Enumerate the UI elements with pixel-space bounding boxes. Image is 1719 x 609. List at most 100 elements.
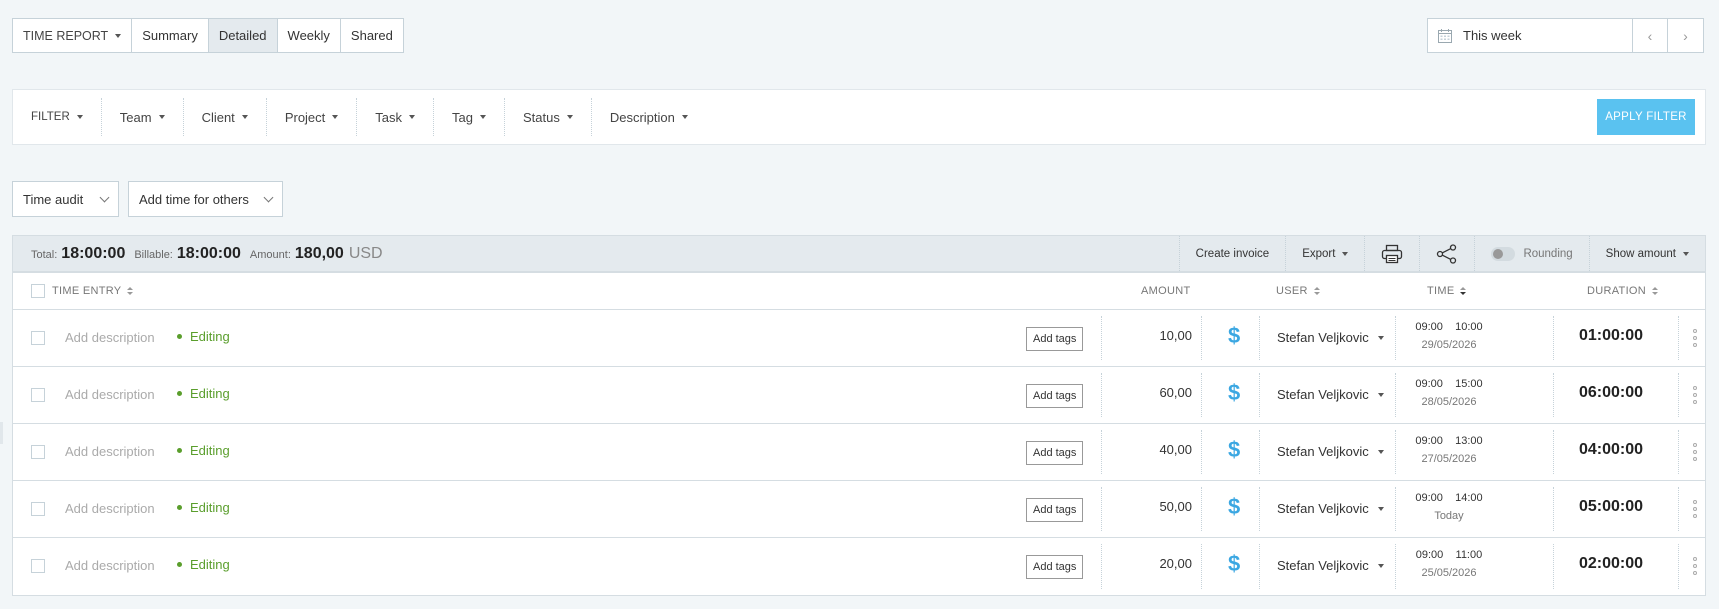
col-user[interactable]: USER: [1276, 285, 1320, 297]
divider: [1201, 544, 1202, 589]
row-checkbox[interactable]: [31, 331, 45, 345]
project-label[interactable]: Editing: [177, 557, 230, 572]
billable-dollar-icon[interactable]: $: [1228, 494, 1240, 520]
filter-tag[interactable]: Tag: [434, 98, 505, 136]
time-start-end: 09:00 14:00: [1415, 492, 1483, 504]
duration-value[interactable]: 06:00:00: [1579, 384, 1643, 402]
time-range[interactable]: 09:00 14:00 Today: [1409, 492, 1489, 522]
create-invoice-button[interactable]: Create invoice: [1178, 236, 1286, 271]
filter-project[interactable]: Project: [267, 98, 358, 136]
filter-status[interactable]: Status: [505, 98, 592, 136]
table-row: Add description Editing Add tags 20,00 $…: [13, 538, 1705, 595]
amount-value: 60,00: [1159, 385, 1192, 400]
date-range-picker: This week ‹ ›: [1427, 18, 1704, 53]
row-checkbox[interactable]: [31, 445, 45, 459]
print-button[interactable]: [1364, 236, 1419, 271]
billable-dollar-icon[interactable]: $: [1228, 323, 1240, 349]
more-actions-icon[interactable]: [1693, 557, 1697, 575]
add-tags-button[interactable]: Add tags: [1026, 384, 1084, 408]
date-range-field[interactable]: This week: [1428, 19, 1633, 52]
billable-dollar-icon[interactable]: $: [1228, 437, 1240, 463]
show-amount-dropdown[interactable]: Show amount: [1588, 236, 1705, 271]
time-report-dropdown[interactable]: TIME REPORT: [13, 19, 133, 52]
sort-icon: [127, 287, 134, 295]
description-field[interactable]: Add description: [65, 444, 155, 459]
export-dropdown[interactable]: Export: [1285, 236, 1364, 271]
user-dropdown[interactable]: Stefan Veljkovic: [1277, 444, 1384, 459]
row-checkbox[interactable]: [31, 388, 45, 402]
rounding-toggle[interactable]: Rounding: [1474, 236, 1588, 271]
time-range[interactable]: 09:00 11:00 25/05/2026: [1409, 549, 1489, 579]
col-duration[interactable]: DURATION: [1587, 285, 1659, 297]
side-panel-handle[interactable]: [0, 422, 3, 444]
filter-task[interactable]: Task: [357, 98, 435, 136]
table-row: Add description Editing Add tags 50,00 $…: [13, 481, 1705, 538]
amount-value: 180,00: [294, 244, 344, 262]
apply-filter-button[interactable]: APPLY FILTER: [1597, 99, 1695, 135]
chevron-left-icon: ‹: [1647, 27, 1653, 44]
user-dropdown[interactable]: Stefan Veljkovic: [1277, 501, 1384, 516]
more-actions-icon[interactable]: [1693, 386, 1697, 404]
prev-week-button[interactable]: ‹: [1633, 19, 1668, 52]
tab-detailed-label: Detailed: [218, 28, 267, 43]
next-week-button[interactable]: ›: [1668, 19, 1703, 52]
description-field[interactable]: Add description: [65, 330, 155, 345]
col-time-entry[interactable]: TIME ENTRY: [52, 285, 134, 297]
time-start-end: 09:00 11:00: [1415, 549, 1483, 561]
time-range[interactable]: 09:00 10:00 29/05/2026: [1409, 321, 1489, 351]
add-tags-button[interactable]: Add tags: [1026, 555, 1084, 579]
tab-detailed[interactable]: Detailed: [208, 19, 278, 52]
share-button[interactable]: [1419, 236, 1474, 271]
project-name: Editing: [190, 443, 230, 458]
billable-dollar-icon[interactable]: $: [1228, 551, 1240, 577]
add-tags-button[interactable]: Add tags: [1026, 441, 1084, 465]
description-field[interactable]: Add description: [65, 558, 155, 573]
duration-value[interactable]: 05:00:00: [1579, 498, 1643, 516]
project-label[interactable]: Editing: [177, 329, 230, 344]
duration-value[interactable]: 01:00:00: [1579, 327, 1643, 345]
time-start-end: 09:00 10:00: [1415, 321, 1483, 333]
time-range[interactable]: 09:00 13:00 27/05/2026: [1409, 435, 1489, 465]
time-start-end: 09:00 15:00: [1415, 378, 1483, 390]
caret-down-icon: [332, 115, 339, 119]
time-audit-dropdown[interactable]: Time audit: [12, 181, 119, 217]
divider: [1201, 373, 1202, 417]
filter-status-label: Status: [522, 109, 560, 125]
more-actions-icon[interactable]: [1693, 443, 1697, 461]
user-dropdown[interactable]: Stefan Veljkovic: [1277, 387, 1384, 402]
filter-team[interactable]: Team: [102, 98, 184, 136]
billable-dollar-icon[interactable]: $: [1228, 380, 1240, 406]
duration-value[interactable]: 02:00:00: [1579, 555, 1643, 573]
project-label[interactable]: Editing: [177, 386, 230, 401]
tab-weekly-label: Weekly: [287, 28, 330, 43]
tab-weekly[interactable]: Weekly: [278, 19, 341, 52]
divider: [1678, 544, 1679, 589]
divider: [1395, 430, 1396, 474]
user-dropdown[interactable]: Stefan Veljkovic: [1277, 558, 1384, 573]
col-time[interactable]: TIME: [1427, 285, 1467, 297]
share-icon: [1437, 243, 1457, 264]
row-checkbox[interactable]: [31, 559, 45, 573]
tab-shared[interactable]: Shared: [341, 19, 403, 52]
description-field[interactable]: Add description: [65, 501, 155, 516]
entry-date: 29/05/2026: [1421, 339, 1477, 351]
caret-down-icon: [1683, 251, 1689, 256]
duration-value[interactable]: 04:00:00: [1579, 441, 1643, 459]
divider: [1201, 487, 1202, 531]
project-label[interactable]: Editing: [177, 500, 230, 515]
more-actions-icon[interactable]: [1693, 500, 1697, 518]
filter-dropdown[interactable]: FILTER: [13, 98, 102, 136]
more-actions-icon[interactable]: [1693, 329, 1697, 347]
project-label[interactable]: Editing: [177, 443, 230, 458]
description-field[interactable]: Add description: [65, 387, 155, 402]
add-tags-button[interactable]: Add tags: [1026, 498, 1084, 522]
row-checkbox[interactable]: [31, 502, 45, 516]
user-dropdown[interactable]: Stefan Veljkovic: [1277, 330, 1384, 345]
tab-summary[interactable]: Summary: [132, 19, 209, 52]
filter-description[interactable]: Description: [592, 98, 706, 136]
time-range[interactable]: 09:00 15:00 28/05/2026: [1409, 378, 1489, 408]
add-time-for-others-dropdown[interactable]: Add time for others: [128, 181, 283, 217]
filter-client[interactable]: Client: [184, 98, 267, 136]
add-tags-button[interactable]: Add tags: [1026, 327, 1084, 351]
select-all-checkbox[interactable]: [31, 284, 45, 298]
